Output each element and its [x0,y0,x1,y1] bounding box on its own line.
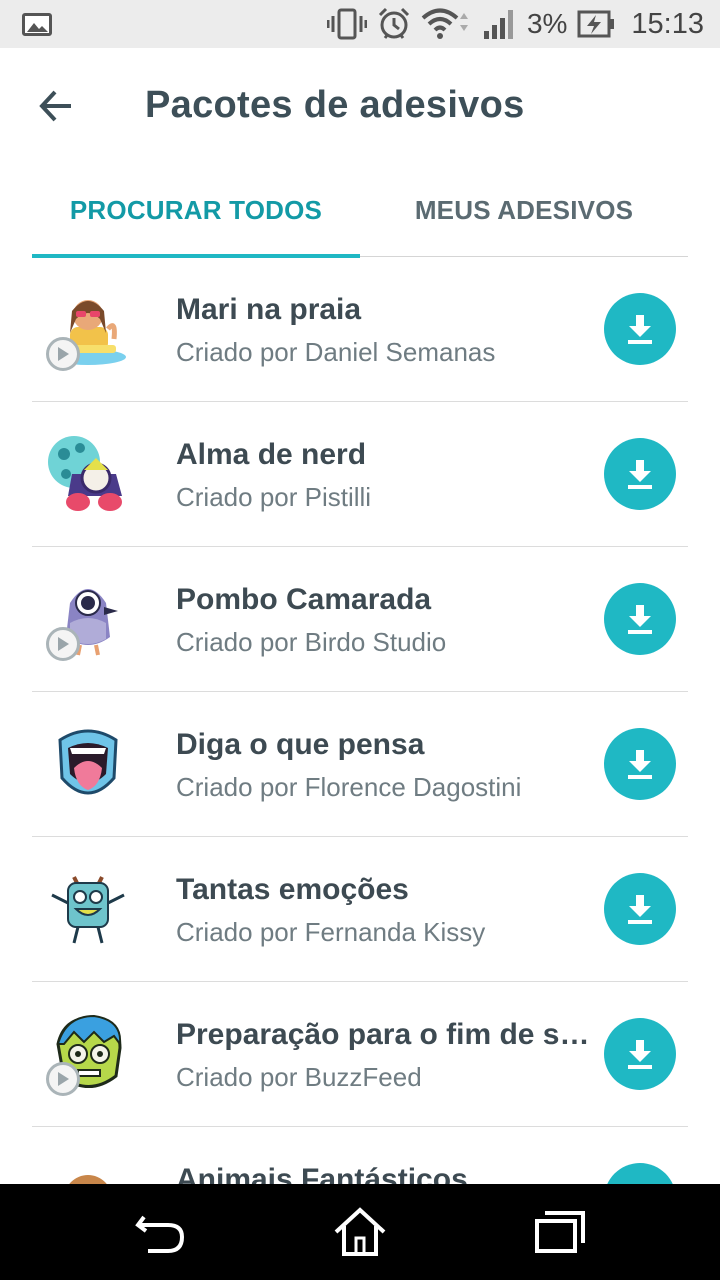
download-icon [628,750,652,779]
tab-meus-adesivos[interactable]: MEUS ADESIVOS [360,164,688,256]
gallery-icon [22,13,52,36]
download-icon [628,895,652,924]
nav-back-icon [135,1215,185,1253]
list-item[interactable]: Preparação para o fim de s… Criado por B… [32,982,688,1127]
nav-back-button[interactable] [130,1202,190,1262]
download-icon [628,315,652,344]
app-bar: Pacotes de adesivos [0,48,720,164]
status-icons: 3% 15:13 [326,6,704,42]
pack-author: Criado por BuzzFeed [176,1062,422,1092]
download-icon [628,1040,652,1069]
clock: 15:13 [631,7,704,40]
sticker-pack-list: Mari na praia Criado por Daniel Semanas [32,257,688,1184]
download-icon [628,605,652,634]
play-icon [58,347,69,361]
pack-author: Criado por Fernanda Kissy [176,917,486,947]
fantastic-animals-sticker-icon [69,1175,107,1184]
tab-procurar-todos[interactable]: PROCURAR TODOS [32,164,360,258]
pack-title: Mari na praia [176,293,362,326]
download-button[interactable] [604,583,676,655]
monster-sticker-icon [51,876,125,944]
pack-author: Criado por Birdo Studio [176,627,447,657]
page-title: Pacotes de adesivos [145,84,525,126]
list-item[interactable]: Pombo Camarada Criado por Birdo Studio [32,547,688,692]
download-button[interactable] [604,438,676,510]
play-animation-button[interactable] [46,627,80,661]
download-button[interactable] [604,1163,676,1184]
list-item[interactable]: Diga o que pensa Criado por Florence Dag… [32,692,688,837]
download-button[interactable] [604,1018,676,1090]
pack-title: Animais Fantásticos [176,1163,468,1184]
alarm-icon [378,7,410,39]
play-animation-button[interactable] [46,1062,80,1096]
status-bar: 3% 15:13 [0,0,720,48]
vibrate-icon [326,8,367,40]
download-button[interactable] [604,728,676,800]
play-icon [58,637,69,651]
screen: 3% 15:13 Pacotes de adesivos PROCURAR TO… [0,0,720,1280]
download-button[interactable] [604,293,676,365]
nerd-sticker-icon [48,436,122,511]
system-nav-bar [0,1184,720,1280]
battery-percent: 3% [526,8,568,39]
pack-title: Pombo Camarada [176,583,432,616]
play-animation-button[interactable] [46,337,80,371]
wifi-icon [421,8,468,39]
nav-recents-button[interactable] [530,1202,590,1262]
battery-charging-icon [577,10,615,38]
arrow-back-icon [39,90,71,122]
nav-recents-icon [535,1211,585,1253]
back-button[interactable] [28,78,84,134]
play-icon [58,1072,69,1086]
pack-author: Criado por Daniel Semanas [176,337,496,367]
download-button[interactable] [604,873,676,945]
list-item[interactable]: Alma de nerd Criado por Pistilli [32,402,688,547]
nav-home-button[interactable] [330,1202,390,1262]
download-icon [628,460,652,489]
pack-author: Criado por Florence Dagostini [176,772,522,802]
signal-icon [483,10,513,39]
list-item[interactable]: Animais Fantásticos [32,1127,688,1184]
pack-title: Alma de nerd [176,438,367,471]
list-item[interactable]: Mari na praia Criado por Daniel Semanas [32,257,688,402]
list-item[interactable]: Tantas emoções Criado por Fernanda Kissy [32,837,688,982]
pack-title: Preparação para o fim de s… [176,1018,590,1051]
tab-bar: PROCURAR TODOS MEUS ADESIVOS [32,164,688,258]
mouth-sticker-icon [58,729,118,795]
pack-title: Tantas emoções [176,873,409,906]
pack-author: Criado por Pistilli [176,482,372,512]
nav-home-icon [334,1207,386,1256]
pack-title: Diga o que pensa [176,728,425,761]
